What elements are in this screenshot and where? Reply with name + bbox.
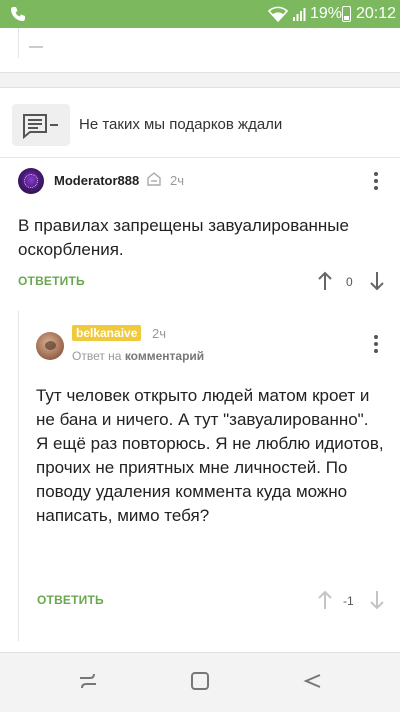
avatar[interactable] <box>36 332 64 360</box>
comment-text: Тут человек открыто людей матом кроет и … <box>36 386 384 525</box>
collapse-dash <box>29 46 43 48</box>
comment-score: 0 <box>346 275 353 289</box>
comment-text: В правилах запрещены завуалированные оск… <box>18 216 349 259</box>
wifi-icon <box>268 6 288 22</box>
comment-time: 2ч <box>170 173 185 188</box>
more-options-icon[interactable] <box>372 171 380 191</box>
reply-button[interactable]: ОТВЕТИТЬ <box>37 593 104 607</box>
reply-thread-line[interactable] <box>18 311 19 641</box>
reply-button[interactable]: ОТВЕТИТЬ <box>18 274 85 288</box>
avatar[interactable] <box>18 168 44 194</box>
moderator-badge-icon <box>147 172 161 186</box>
reply-to-link[interactable]: комментарий <box>125 349 204 363</box>
comment-collapse-button[interactable] <box>12 104 70 146</box>
reply-to-info: Ответ на комментарий <box>72 349 204 363</box>
post-title[interactable]: Не таких мы подарков ждали <box>79 116 282 133</box>
back-icon[interactable] <box>302 671 322 691</box>
status-bar: 19% 20:12 <box>0 0 400 28</box>
reply-to-prefix: Ответ на <box>72 349 122 363</box>
comment-score: -1 <box>343 594 354 608</box>
comment-time: 2ч <box>152 326 167 341</box>
divider <box>0 157 400 158</box>
upvote-icon[interactable] <box>317 271 333 291</box>
more-options-icon[interactable] <box>372 334 380 354</box>
home-icon[interactable] <box>190 671 210 691</box>
downvote-icon[interactable] <box>369 590 385 610</box>
battery-percent: 19% <box>310 5 343 22</box>
comment-author[interactable]: belkanaive <box>72 325 142 341</box>
recent-apps-icon[interactable] <box>78 671 98 691</box>
battery-icon <box>342 6 351 22</box>
clock: 20:12 <box>356 5 397 22</box>
navigation-bar <box>0 652 400 712</box>
phone-icon <box>11 7 25 21</box>
signal-icon <box>293 8 306 21</box>
comment-author[interactable]: Moderator888 <box>54 173 139 188</box>
section-separator <box>0 72 400 88</box>
upvote-icon[interactable] <box>317 590 333 610</box>
downvote-icon[interactable] <box>369 271 385 291</box>
comment-collapse-icon <box>23 114 58 140</box>
previous-thread-line <box>18 28 400 58</box>
